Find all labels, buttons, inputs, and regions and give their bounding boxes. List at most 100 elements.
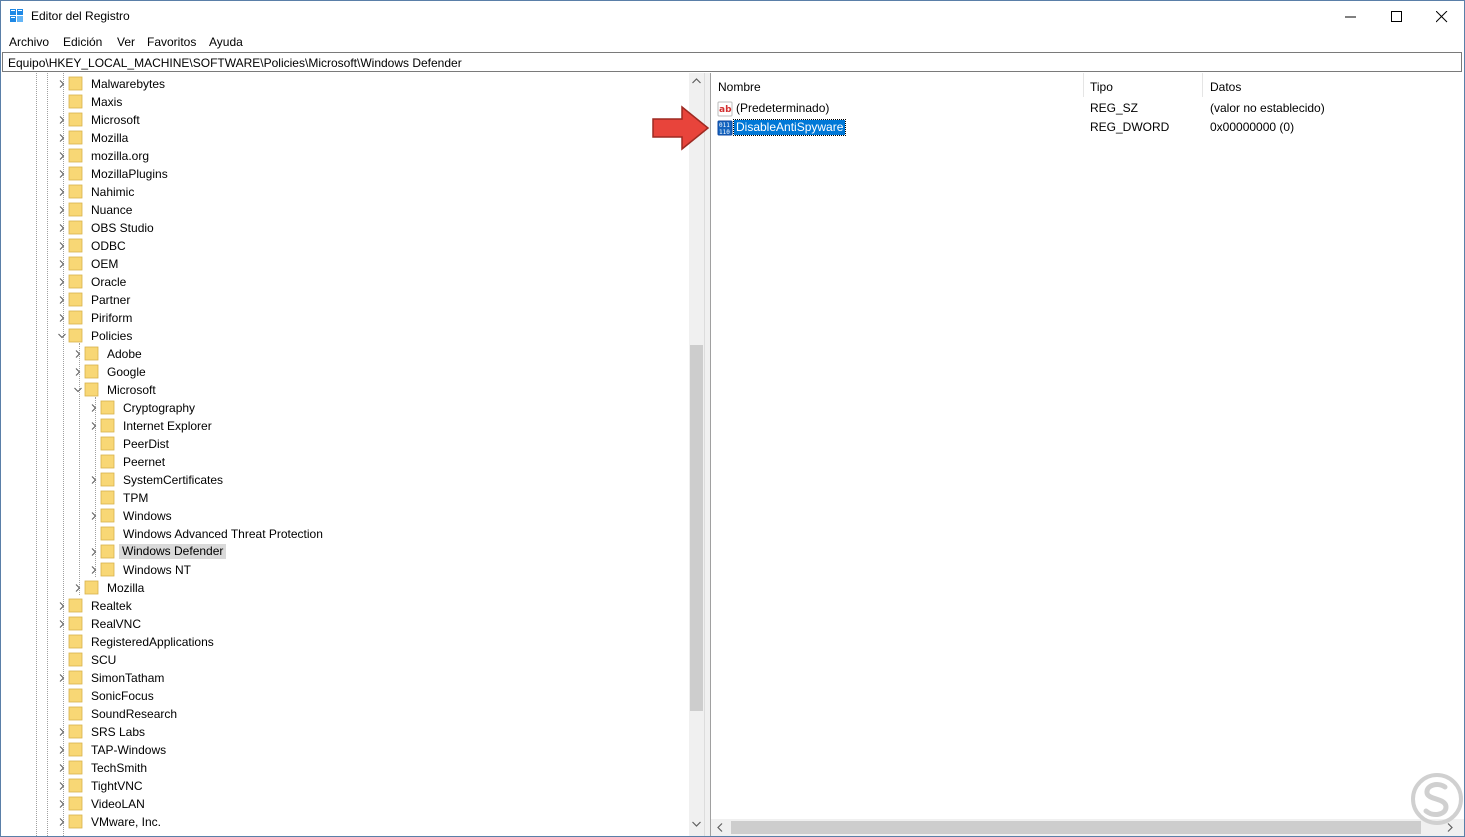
values-horizontal-scrollbar[interactable] bbox=[711, 819, 1464, 836]
chevron-right-icon[interactable] bbox=[58, 764, 66, 772]
chevron-right-icon[interactable] bbox=[58, 620, 66, 628]
tree-item[interactable]: Windows bbox=[90, 507, 690, 525]
chevron-right-icon[interactable] bbox=[90, 566, 98, 574]
value-name[interactable]: DisableAntiSpyware bbox=[732, 119, 847, 136]
tree-item[interactable]: Malwarebytes bbox=[58, 75, 658, 93]
minimize-button[interactable] bbox=[1328, 1, 1374, 32]
pane-splitter[interactable] bbox=[704, 73, 711, 836]
chevron-right-icon[interactable] bbox=[90, 422, 98, 430]
tree-item[interactable]: SonicFocus bbox=[58, 687, 658, 705]
chevron-right-icon[interactable] bbox=[58, 188, 66, 196]
key-tree-pane[interactable]: Malwarebytes Maxis Microsoft Mozilla mozilla… bbox=[1, 73, 704, 836]
chevron-right-icon[interactable] bbox=[58, 170, 66, 178]
column-header-datos[interactable]: Datos bbox=[1203, 73, 1463, 97]
tree-item[interactable]: TAP-Windows bbox=[58, 741, 658, 759]
tree-item[interactable]: Piriform bbox=[58, 309, 658, 327]
chevron-right-icon[interactable] bbox=[58, 206, 66, 214]
tree-item[interactable]: Nuance bbox=[58, 201, 658, 219]
chevron-right-icon[interactable] bbox=[58, 800, 66, 808]
tree-item[interactable]: SystemCertificates bbox=[90, 471, 690, 489]
tree-item[interactable]: TechSmith bbox=[58, 759, 658, 777]
values-list-pane[interactable]: Nombre Tipo Datos ab (Predeterminado) RE… bbox=[711, 73, 1464, 836]
value-row-selected[interactable]: 011 110 DisableAntiSpyware REG_DWORD 0x0… bbox=[711, 118, 1464, 137]
chevron-right-icon[interactable] bbox=[58, 224, 66, 232]
chevron-down-icon[interactable] bbox=[74, 386, 82, 394]
tree-item[interactable]: ODBC bbox=[58, 237, 658, 255]
chevron-right-icon[interactable] bbox=[90, 512, 98, 520]
menu-ver[interactable]: Ver bbox=[117, 35, 135, 49]
chevron-right-icon[interactable] bbox=[58, 80, 66, 88]
chevron-right-icon[interactable] bbox=[74, 350, 82, 358]
tree-item[interactable]: Mozilla bbox=[74, 579, 674, 597]
tree-item[interactable]: Windows NT bbox=[90, 561, 690, 579]
chevron-right-icon[interactable] bbox=[74, 584, 82, 592]
tree-item[interactable]: SCU bbox=[58, 651, 658, 669]
chevron-right-icon[interactable] bbox=[58, 134, 66, 142]
tree-item[interactable]: SRS Labs bbox=[58, 723, 658, 741]
tree-item[interactable]: PeerDist bbox=[90, 435, 690, 453]
scroll-left-icon[interactable] bbox=[717, 823, 723, 832]
menu-favoritos[interactable]: Favoritos bbox=[147, 35, 196, 49]
chevron-right-icon[interactable] bbox=[90, 476, 98, 484]
chevron-right-icon[interactable] bbox=[58, 152, 66, 160]
tree-item[interactable]: TightVNC bbox=[58, 777, 658, 795]
tree-item[interactable]: Mozilla bbox=[58, 129, 658, 147]
chevron-right-icon[interactable] bbox=[58, 728, 66, 736]
maximize-button[interactable] bbox=[1374, 1, 1420, 32]
tree-item[interactable]: Microsoft bbox=[74, 381, 674, 399]
tree-item[interactable]: TPM bbox=[90, 489, 690, 507]
tree-item[interactable]: SoundResearch bbox=[58, 705, 658, 723]
tree-item[interactable]: VMware, Inc. bbox=[58, 813, 658, 831]
menu-ayuda[interactable]: Ayuda bbox=[209, 35, 243, 49]
tree-item[interactable]: Realtek bbox=[58, 597, 658, 615]
scroll-down-icon[interactable] bbox=[692, 821, 701, 827]
chevron-right-icon[interactable] bbox=[58, 260, 66, 268]
value-row[interactable]: ab (Predeterminado) REG_SZ (valor no est… bbox=[711, 99, 1464, 118]
chevron-right-icon[interactable] bbox=[58, 674, 66, 682]
tree-vertical-scrollbar[interactable] bbox=[689, 73, 704, 836]
tree-item[interactable]: RegisteredApplications bbox=[58, 633, 658, 651]
tree-item[interactable]: Microsoft bbox=[58, 111, 658, 129]
chevron-right-icon[interactable] bbox=[90, 548, 98, 556]
menu-archivo[interactable]: Archivo bbox=[9, 35, 49, 49]
chevron-right-icon[interactable] bbox=[58, 296, 66, 304]
address-bar[interactable]: Equipo\HKEY_LOCAL_MACHINE\SOFTWARE\Polic… bbox=[2, 52, 1462, 72]
tree-item[interactable]: SimonTatham bbox=[58, 669, 658, 687]
tree-item[interactable]: VideoLAN bbox=[58, 795, 658, 813]
tree-item[interactable]: OEM bbox=[58, 255, 658, 273]
tree-item[interactable]: mozilla.org bbox=[58, 147, 658, 165]
tree-item[interactable]: Partner bbox=[58, 291, 658, 309]
chevron-right-icon[interactable] bbox=[58, 746, 66, 754]
chevron-right-icon[interactable] bbox=[58, 314, 66, 322]
tree-item[interactable]: OBS Studio bbox=[58, 219, 658, 237]
tree-item[interactable]: Peernet bbox=[90, 453, 690, 471]
column-header-tipo[interactable]: Tipo bbox=[1083, 73, 1203, 97]
tree-item[interactable]: MozillaPlugins bbox=[58, 165, 658, 183]
tree-item[interactable]: Maxis bbox=[58, 93, 658, 111]
tree-item[interactable]: Adobe bbox=[74, 345, 674, 363]
chevron-right-icon[interactable] bbox=[74, 368, 82, 376]
chevron-right-icon[interactable] bbox=[58, 242, 66, 250]
tree-scroll-thumb[interactable] bbox=[690, 345, 703, 711]
tree-item[interactable]: Windows Advanced Threat Protection bbox=[90, 525, 690, 543]
tree-item[interactable]: Google bbox=[74, 363, 674, 381]
chevron-right-icon[interactable] bbox=[90, 404, 98, 412]
tree-item[interactable]: RealVNC bbox=[58, 615, 658, 633]
chevron-right-icon[interactable] bbox=[58, 782, 66, 790]
tree-item[interactable]: Nahimic bbox=[58, 183, 658, 201]
chevron-right-icon[interactable] bbox=[58, 278, 66, 286]
column-header-nombre[interactable]: Nombre bbox=[711, 73, 1084, 97]
tree-item[interactable]: Cryptography bbox=[90, 399, 690, 417]
chevron-right-icon[interactable] bbox=[58, 818, 66, 826]
tree-item[interactable]: Oracle bbox=[58, 273, 658, 291]
chevron-right-icon[interactable] bbox=[58, 116, 66, 124]
chevron-right-icon[interactable] bbox=[58, 602, 66, 610]
close-button[interactable] bbox=[1419, 1, 1464, 32]
tree-item-selected[interactable]: Windows Defender bbox=[90, 543, 690, 561]
tree-item[interactable]: Internet Explorer bbox=[90, 417, 690, 435]
chevron-down-icon[interactable] bbox=[58, 332, 66, 340]
values-scroll-thumb[interactable] bbox=[731, 821, 1421, 834]
tree-item[interactable]: Policies bbox=[58, 327, 658, 345]
menu-edicion[interactable]: Edición bbox=[63, 35, 102, 49]
scroll-up-icon[interactable] bbox=[692, 78, 701, 84]
